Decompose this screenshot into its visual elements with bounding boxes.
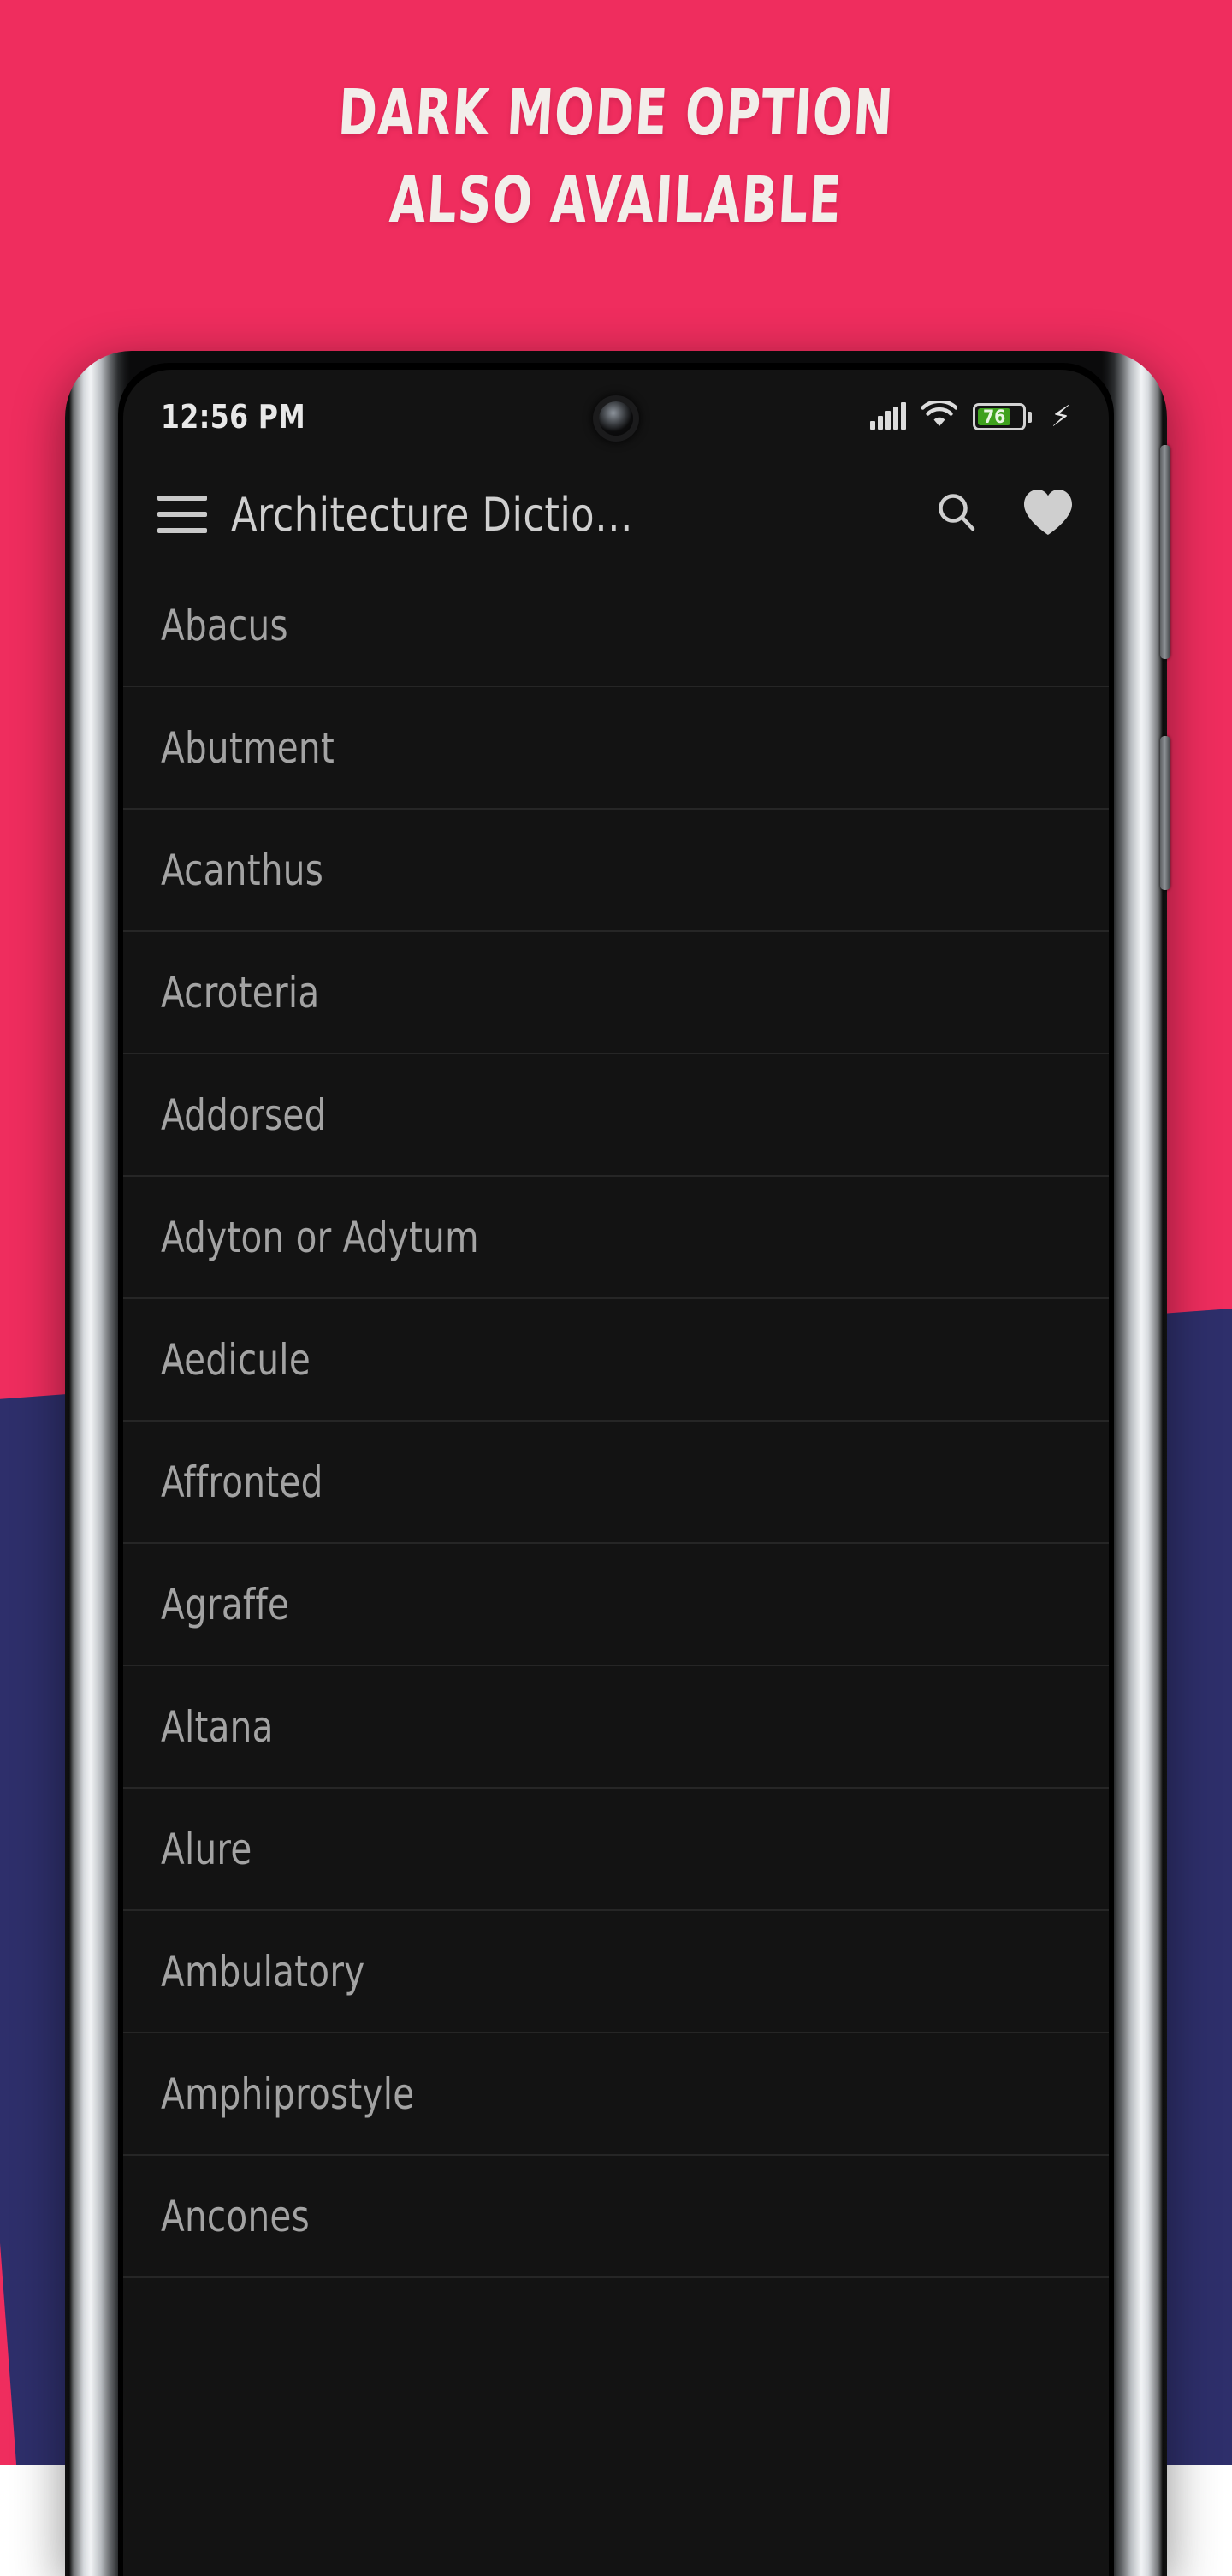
battery-icon: 76: [973, 403, 1032, 430]
app-title: Architecture Dictio…: [231, 488, 633, 542]
list-item-label: Affronted: [161, 1457, 323, 1507]
phone-screen: 12:56 PM: [123, 370, 1109, 2576]
list-item-label: Alure: [161, 1825, 252, 1874]
list-item-label: Addorsed: [161, 1090, 327, 1140]
battery-cap: [1028, 412, 1032, 423]
lightning-bolt-icon: ⚡: [1051, 402, 1071, 431]
list-item-label: Abacus: [161, 601, 288, 650]
phone-device-frame: 12:56 PM: [65, 351, 1167, 2576]
list-item[interactable]: Amphiprostyle: [123, 2033, 1109, 2156]
power-button[interactable]: [1160, 736, 1170, 890]
list-item[interactable]: Ancones: [123, 2156, 1109, 2278]
list-item-label: Abutment: [161, 723, 335, 773]
list-item[interactable]: Abutment: [123, 687, 1109, 810]
list-item[interactable]: Affronted: [123, 1422, 1109, 1544]
list-item[interactable]: Ambulatory: [123, 1911, 1109, 2033]
hamburger-menu-icon[interactable]: [157, 496, 207, 533]
list-item-label: Amphiprostyle: [161, 2069, 414, 2119]
list-item[interactable]: Addorsed: [123, 1054, 1109, 1177]
phone-bezel: 12:56 PM: [118, 363, 1114, 2576]
dictionary-word-list[interactable]: Abacus Abutment Acanthus Acroteria Addorsed A…: [123, 565, 1109, 2278]
list-item[interactable]: Acroteria: [123, 932, 1109, 1054]
list-item[interactable]: Altana: [123, 1666, 1109, 1789]
list-item-label: Ancones: [161, 2192, 310, 2241]
list-item-label: Acanthus: [161, 846, 323, 895]
heart-icon[interactable]: [1022, 488, 1075, 541]
list-item[interactable]: Acanthus: [123, 810, 1109, 932]
list-item[interactable]: Alure: [123, 1789, 1109, 1911]
battery-fill: 76: [978, 408, 1010, 425]
app-bar: Architecture Dictio…: [123, 464, 1109, 565]
battery-level-text: 76: [983, 408, 1005, 426]
list-item[interactable]: Abacus: [123, 565, 1109, 687]
list-item-label: Aedicule: [161, 1335, 311, 1385]
status-bar: 12:56 PM: [123, 370, 1109, 464]
list-item[interactable]: Adyton or Adytum: [123, 1177, 1109, 1299]
list-item[interactable]: Agraffe: [123, 1544, 1109, 1666]
list-item-label: Altana: [161, 1702, 274, 1752]
list-item-label: Acroteria: [161, 968, 319, 1018]
list-item-label: Ambulatory: [161, 1947, 364, 1997]
signal-bars-icon: [870, 404, 906, 430]
battery-shell: 76: [973, 403, 1026, 430]
list-item-label: Adyton or Adytum: [161, 1213, 479, 1262]
list-item-label: Agraffe: [161, 1580, 289, 1629]
status-bar-icons: 76 ⚡: [870, 401, 1071, 432]
front-camera-icon: [599, 401, 633, 436]
app-bar-actions: [933, 488, 1075, 541]
volume-button[interactable]: [1160, 445, 1170, 659]
list-item[interactable]: Aedicule: [123, 1299, 1109, 1422]
wifi-icon: [921, 401, 957, 432]
search-icon[interactable]: [933, 489, 980, 540]
status-bar-clock: 12:56 PM: [161, 398, 305, 436]
